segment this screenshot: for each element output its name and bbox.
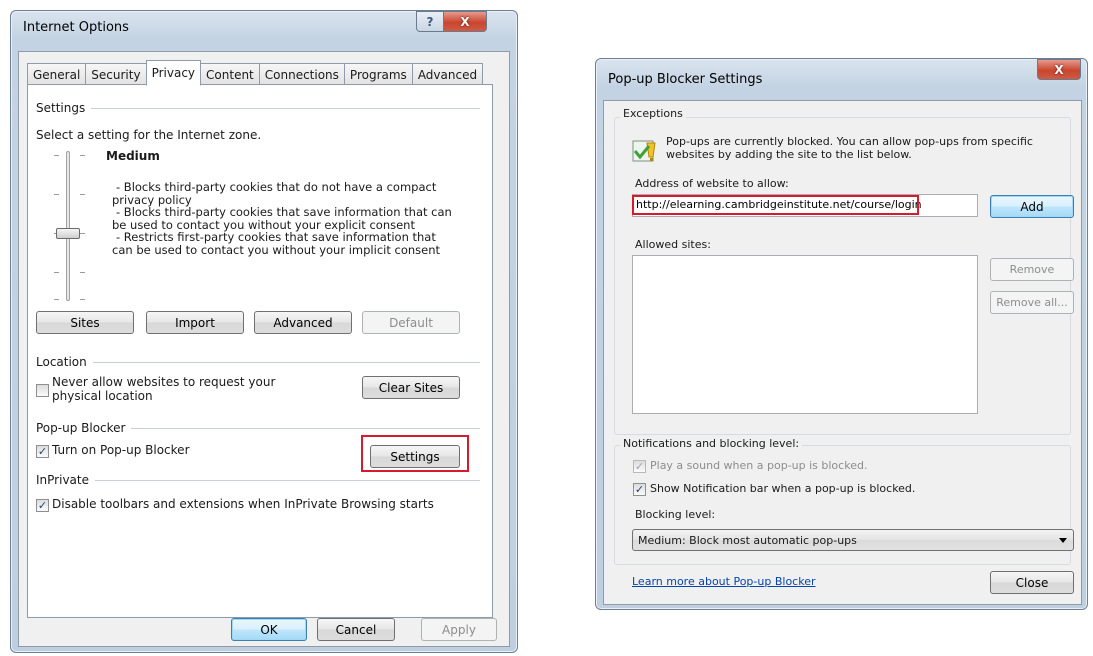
disable-toolbars-checkbox[interactable]: ✓ bbox=[36, 499, 49, 512]
info-text: Pop-ups are currently blocked. You can a… bbox=[666, 135, 1033, 161]
disable-toolbars-label: Disable toolbars and extensions when InP… bbox=[52, 497, 434, 511]
slider-thumb[interactable] bbox=[56, 228, 80, 239]
inprivate-group-heading: InPrivate bbox=[36, 473, 480, 487]
privacy-level-label: Medium bbox=[106, 149, 160, 163]
tab-privacy[interactable]: Privacy bbox=[145, 60, 202, 86]
settings-group-heading: Settings bbox=[36, 101, 480, 115]
dialog-body: Exceptions Pop-ups are currently blocked… bbox=[603, 100, 1082, 605]
location-heading: Location bbox=[36, 355, 87, 369]
advanced-button[interactable]: Advanced bbox=[254, 311, 352, 334]
chevron-down-icon bbox=[1059, 538, 1067, 543]
blocking-level-value: Medium: Block most automatic pop-ups bbox=[638, 533, 857, 547]
turn-on-popup-blocker-checkbox[interactable]: ✓ bbox=[36, 445, 49, 458]
close-icon: X bbox=[460, 14, 470, 29]
window-title: Internet Options bbox=[23, 20, 129, 35]
bullet-line: can be used to contact you without your … bbox=[112, 242, 441, 257]
tab-programs[interactable]: Programs bbox=[343, 63, 413, 85]
popup-settings-button[interactable]: Settings bbox=[370, 445, 460, 468]
add-button[interactable]: Add bbox=[990, 195, 1074, 218]
window-title: Pop-up Blocker Settings bbox=[608, 72, 763, 87]
tab-content[interactable]: Content bbox=[200, 63, 260, 85]
inprivate-heading: InPrivate bbox=[36, 473, 89, 487]
close-icon: X bbox=[1054, 62, 1064, 77]
allowed-sites-list[interactable] bbox=[632, 255, 978, 414]
popup-blocker-settings-window: Pop-up Blocker Settings X Exceptions Pop… bbox=[595, 58, 1088, 610]
play-sound-checkbox[interactable]: ✓ bbox=[633, 460, 646, 473]
privacy-panel: Settings Select a setting for the Intern… bbox=[27, 84, 493, 618]
never-allow-location-label: Never allow websites to request your phy… bbox=[52, 375, 275, 403]
tab-security[interactable]: Security bbox=[85, 63, 147, 85]
bullet-line: - Blocks third-party cookies that do not… bbox=[116, 180, 437, 194]
show-notification-bar-label: Show Notification bar when a pop-up is b… bbox=[650, 482, 916, 495]
address-label: Address of website to allow: bbox=[635, 177, 789, 190]
bullet-line: - Blocks third-party cookies that save i… bbox=[116, 205, 452, 219]
help-button[interactable]: ? bbox=[416, 11, 444, 32]
close-button[interactable]: X bbox=[1037, 59, 1081, 80]
label-line: Never allow websites to request your bbox=[52, 375, 276, 389]
tab-connections[interactable]: Connections bbox=[258, 63, 345, 85]
popup-blocker-group-heading: Pop-up Blocker bbox=[36, 421, 480, 435]
privacy-level-description: - Blocks third-party cookies that do not… bbox=[112, 181, 452, 256]
help-icon: ? bbox=[426, 14, 434, 29]
learn-more-link[interactable]: Learn more about Pop-up Blocker bbox=[632, 575, 816, 588]
notifications-heading: Notifications and blocking level: bbox=[620, 437, 803, 450]
tab-bar: General Security Privacy Content Connect… bbox=[27, 60, 484, 86]
tab-advanced[interactable]: Advanced bbox=[411, 63, 484, 85]
blocking-level-label: Blocking level: bbox=[635, 508, 716, 521]
info-line: Pop-ups are currently blocked. You can a… bbox=[666, 135, 1033, 148]
settings-description: Select a setting for the Internet zone. bbox=[36, 128, 262, 142]
cancel-button[interactable]: Cancel bbox=[317, 618, 395, 641]
blocking-level-select[interactable]: Medium: Block most automatic pop-ups bbox=[632, 529, 1074, 551]
popup-shield-icon bbox=[631, 137, 659, 165]
apply-button[interactable]: Apply bbox=[421, 618, 497, 641]
settings-heading: Settings bbox=[36, 101, 86, 115]
address-input[interactable]: http://elearning.cambridgeinstitute.net/… bbox=[632, 194, 978, 217]
tab-general[interactable]: General bbox=[27, 63, 87, 85]
default-button[interactable]: Default bbox=[362, 311, 460, 334]
dialog-body: General Security Privacy Content Connect… bbox=[18, 51, 510, 647]
popup-blocker-heading: Pop-up Blocker bbox=[36, 421, 126, 435]
label-line: physical location bbox=[52, 389, 153, 403]
close-dialog-button[interactable]: Close bbox=[990, 571, 1074, 594]
never-allow-location-checkbox[interactable] bbox=[36, 384, 49, 397]
show-notification-bar-checkbox[interactable]: ✓ bbox=[633, 483, 646, 496]
import-button[interactable]: Import bbox=[146, 311, 244, 334]
address-value: http://elearning.cambridgeinstitute.net/… bbox=[636, 198, 922, 211]
ok-button[interactable]: OK bbox=[231, 618, 307, 641]
clear-sites-button[interactable]: Clear Sites bbox=[362, 376, 460, 399]
close-button[interactable]: X bbox=[443, 11, 487, 32]
internet-options-window: Internet Options ? X General Security Pr… bbox=[10, 10, 518, 653]
allowed-sites-label: Allowed sites: bbox=[635, 238, 711, 251]
info-line: websites by adding the site to the list … bbox=[666, 148, 912, 161]
privacy-slider[interactable] bbox=[48, 147, 98, 307]
sites-button[interactable]: Sites bbox=[36, 311, 134, 334]
play-sound-label: Play a sound when a pop-up is blocked. bbox=[650, 459, 868, 472]
location-group-heading: Location bbox=[36, 355, 480, 369]
slider-track bbox=[66, 151, 70, 301]
remove-all-button[interactable]: Remove all... bbox=[990, 291, 1074, 314]
bullet-line: - Restricts first-party cookies that sav… bbox=[116, 230, 436, 244]
remove-button[interactable]: Remove bbox=[990, 258, 1074, 281]
exceptions-heading: Exceptions bbox=[620, 107, 686, 120]
turn-on-popup-blocker-label: Turn on Pop-up Blocker bbox=[52, 443, 190, 457]
